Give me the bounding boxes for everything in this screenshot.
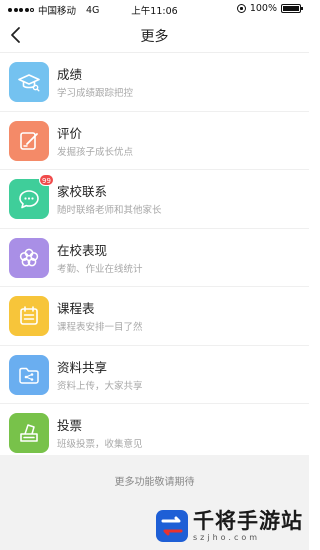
evaluation-icon-tile xyxy=(9,120,49,161)
edit-icon xyxy=(20,131,38,150)
item-title: 投票 xyxy=(57,418,83,433)
share-folder-icon xyxy=(19,367,39,384)
battery-fill xyxy=(283,6,299,11)
page-title: 更多 xyxy=(140,29,169,45)
item-subtitle: 班级投票，收集意见 xyxy=(57,439,143,450)
resources-icon-tile xyxy=(9,354,49,395)
vote-box-icon xyxy=(20,424,38,442)
item-title: 资料共享 xyxy=(57,359,108,375)
item-title: 课程表 xyxy=(57,301,95,316)
item-subtitle: 发掘孩子成长优点 xyxy=(57,146,134,158)
status-right: 100% xyxy=(236,3,303,14)
battery-icon xyxy=(281,4,303,13)
list-item-timetable[interactable]: 课程表 课程表安排一目了然 xyxy=(0,287,309,346)
item-subtitle: 学习成绩跟踪把控 xyxy=(57,88,134,99)
list-item-grades[interactable]: 成绩 学习成绩跟踪把控 xyxy=(0,53,309,112)
footer-area: 更多功能敬请期待 千将手游站 szjho.com xyxy=(0,455,309,550)
item-title: 成绩 xyxy=(57,67,83,82)
watermark-text: 千将手游站 szjho.com xyxy=(193,509,303,543)
grades-icon-tile xyxy=(9,62,49,102)
nav-bar: 更多 xyxy=(0,18,309,53)
coming-soon-note: 更多功能敬请期待 xyxy=(114,477,195,488)
timetable-icon-tile xyxy=(9,296,49,336)
flower-icon xyxy=(19,248,39,266)
orientation-lock-icon xyxy=(236,4,246,13)
watermark-title: 千将手游站 xyxy=(193,509,303,533)
item-title: 在校表现 xyxy=(57,242,108,258)
item-subtitle: 课程表安排一目了然 xyxy=(57,322,143,333)
item-title: 评价 xyxy=(57,125,83,141)
performance-icon-tile xyxy=(9,237,49,278)
vote-icon-tile xyxy=(9,413,49,453)
item-subtitle: 随时联络老师和其他家长 xyxy=(57,205,162,216)
watermark: 千将手游站 szjho.com xyxy=(155,506,303,546)
list-item-home-school-contact[interactable]: 99 家校联系 随时联络老师和其他家长 xyxy=(0,170,309,229)
unread-badge: 99 xyxy=(39,174,54,186)
watermark-logo-icon xyxy=(156,510,188,542)
list-item-school-performance[interactable]: 在校表现 考勤、作业在线统计 xyxy=(0,229,309,287)
watermark-url: szjho.com xyxy=(193,533,261,542)
list-item-evaluation[interactable]: 评价 发掘孩子成长优点 xyxy=(0,112,309,170)
chat-icon xyxy=(19,190,39,209)
item-subtitle: 资料上传，大家共享 xyxy=(57,380,143,392)
item-title: 家校联系 xyxy=(57,184,108,199)
status-bar: 中国移动 4G 上午11:06 100% xyxy=(0,0,309,18)
list-item-resource-sharing[interactable]: 资料共享 资料上传，大家共享 xyxy=(0,346,309,404)
calendar-icon xyxy=(20,306,38,325)
graduation-cap-icon xyxy=(18,74,40,92)
item-subtitle: 考勤、作业在线统计 xyxy=(57,263,143,275)
list-item-vote[interactable]: 投票 班级投票，收集意见 xyxy=(0,404,309,463)
battery-percent: 100% xyxy=(249,3,277,14)
feature-list: 成绩 学习成绩跟踪把控 评价 发掘孩子成长优点 99 家校联系 随时联络老师和其… xyxy=(0,53,309,463)
